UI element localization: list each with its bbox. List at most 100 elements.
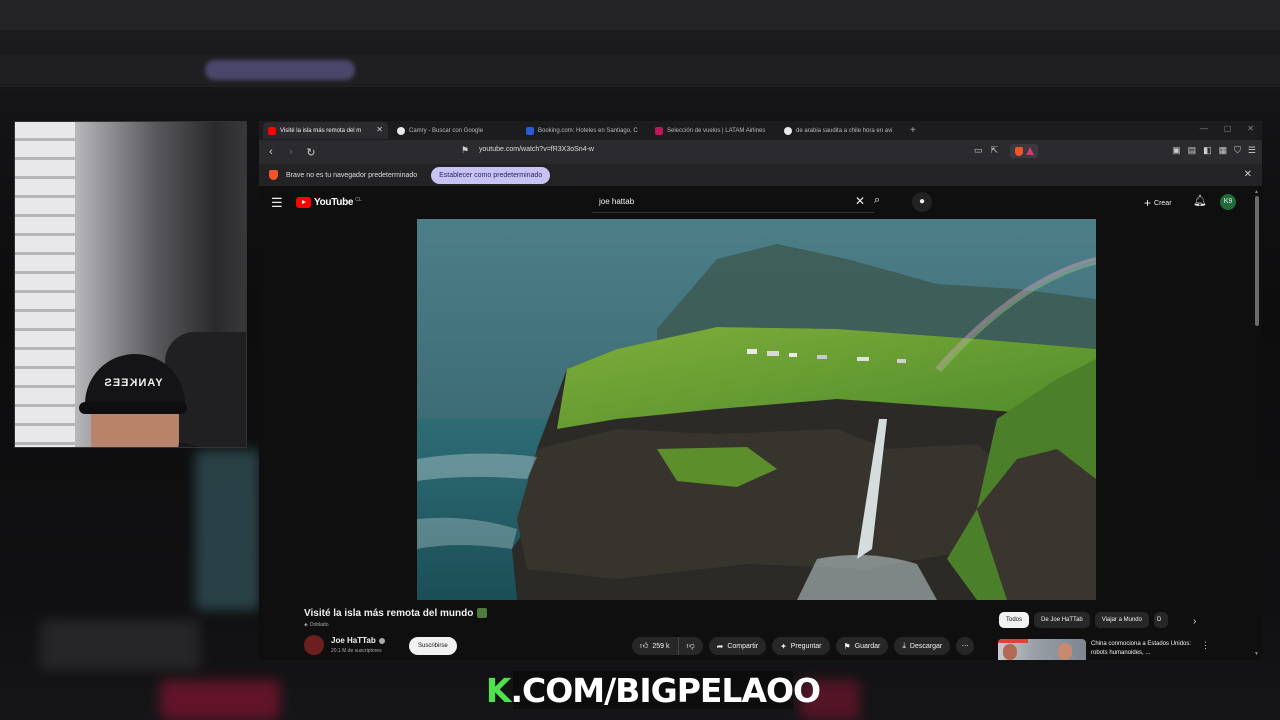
new-tab-button[interactable]: +	[910, 125, 916, 136]
tab-youtube[interactable]: Visité la isla más remota del m ✕	[263, 122, 388, 139]
video-actions: 👍︎ 259 k 👎︎ ➦ Compartir ✦ Preguntar ⚑ Gu…	[632, 637, 975, 655]
more-horizontal-icon: ⋯	[961, 643, 969, 650]
guide-menu-icon[interactable]: ☰	[271, 195, 283, 211]
url-field[interactable]: youtube.com/watch?v=fR3X3oSn4-w	[479, 146, 594, 153]
search-icon[interactable]: ⌕	[874, 194, 880, 207]
recommendation-more-icon[interactable]: ⋮	[1201, 640, 1210, 651]
search-query: joe hattab	[599, 197, 635, 206]
subscriber-count: 20.1 M de suscriptores	[331, 648, 382, 654]
overlay-k-letter: K	[485, 670, 512, 710]
window-blinds	[15, 122, 75, 447]
tab-google[interactable]: Camry - Buscar con Google	[392, 122, 517, 139]
recommendation-title[interactable]: China conmociona a Estados Unidos: robot…	[1091, 640, 1196, 658]
share-button[interactable]: ➦ Compartir	[708, 637, 767, 655]
blurred-shape	[40, 620, 200, 670]
set-default-button[interactable]: Establecer como predeterminado	[431, 166, 551, 184]
tab-label: Camry - Buscar con Google	[409, 127, 484, 134]
close-tab-icon[interactable]: ✕	[376, 125, 383, 134]
address-bar: ‹ › ↻ ⚑ youtube.com/watch?v=fR3X3oSn4-w …	[259, 140, 1262, 164]
search-input[interactable]: joe hattab ✕	[592, 191, 874, 213]
video-title-text: Visité la isla más remota del mundo	[304, 608, 474, 619]
save-button[interactable]: ⚑ Guardar	[835, 637, 889, 655]
restore-icon[interactable]: ▢	[1224, 124, 1232, 133]
save-label: Guardar	[854, 642, 881, 650]
share-arrow-icon: ➦	[716, 641, 724, 651]
dubbed-label: Doblado	[309, 622, 329, 628]
infobar-message: Brave no es tu navegador predeterminado	[286, 171, 418, 179]
chip-truncated[interactable]: D	[1153, 612, 1168, 628]
subscribe-button[interactable]: Suscribirse	[409, 637, 457, 655]
microphone-icon[interactable]: ●	[912, 192, 932, 212]
channel-name[interactable]: Joe HaTTab	[331, 636, 385, 645]
window-controls: — ▢ ✕	[1200, 124, 1254, 133]
ask-button[interactable]: ✦ Preguntar	[772, 637, 830, 655]
share-label: Compartir	[727, 642, 759, 650]
thumbs-down-icon: 👎︎	[686, 641, 695, 650]
sidebar-icon[interactable]: ▣	[1172, 145, 1181, 156]
forward-icon[interactable]: ›	[283, 146, 299, 158]
like-button[interactable]: 👍︎ 259 k	[632, 637, 679, 655]
chip-from-channel[interactable]: De Joe HaTTab	[1034, 612, 1090, 628]
notifications-bell-icon[interactable]: 🔔︎	[1193, 194, 1207, 207]
account-avatar[interactable]: K9	[1220, 194, 1236, 210]
google-favicon-icon	[397, 126, 405, 135]
page-scrollbar[interactable]	[1255, 196, 1259, 326]
chips-next-arrow-icon[interactable]: ›	[1193, 616, 1196, 627]
recommendation-chips: Todos De Joe HaTTab Viajar a Mundo D	[999, 612, 1168, 628]
scroll-down-arrow-icon[interactable]: ▼	[1254, 651, 1259, 657]
channel-avatar[interactable]	[304, 635, 324, 655]
scroll-up-arrow-icon[interactable]: ▲	[1254, 189, 1259, 195]
download-label: Descargar	[909, 642, 943, 650]
extensions-icon[interactable]: ◧	[1203, 145, 1212, 156]
more-actions-button[interactable]: ⋯	[956, 637, 975, 655]
create-button[interactable]: + Crear	[1144, 196, 1172, 210]
cap-brim	[79, 402, 187, 414]
channel-name-text: Joe HaTTab	[331, 636, 376, 645]
like-count: 259 k	[652, 642, 670, 650]
toolbar-icons: ▣ ▤ ◧ ▦ ⛉ ☰	[1172, 145, 1256, 156]
reader-icon[interactable]: ▤	[1188, 145, 1197, 156]
like-dislike-group: 👍︎ 259 k 👎︎	[632, 637, 703, 655]
menu-icon[interactable]: ☰	[1248, 145, 1256, 156]
cast-icon[interactable]: ▭	[974, 145, 983, 156]
sparkle-icon: ✦	[780, 641, 787, 651]
download-button[interactable]: ⤓ Descargar	[894, 637, 951, 655]
video-frame-landscape	[417, 219, 1096, 600]
overlay-url-text: .COM/BIGPELAOO	[510, 670, 821, 710]
browser-window: Visité la isla más remota del m ✕ Camry …	[259, 121, 1262, 660]
tab-label: Selección de vuelos | LATAM Airlines	[667, 127, 766, 134]
clear-search-icon[interactable]: ✕	[855, 194, 865, 208]
youtube-favicon-icon	[268, 126, 276, 135]
blurred-top-bar	[0, 0, 1280, 30]
youtube-header: ☰ YouTube CL joe hattab ✕ ⌕ ● + Crear 🔔︎…	[259, 186, 1262, 219]
verified-check-icon	[378, 637, 385, 644]
minimize-icon[interactable]: —	[1200, 124, 1208, 133]
tab-label: de arabia saudita a chile hora en avi	[796, 127, 893, 134]
recommendation-thumbnail[interactable]	[998, 639, 1086, 660]
video-player[interactable]	[417, 219, 1096, 600]
close-infobar-icon[interactable]: ✕	[1244, 169, 1252, 180]
chip-travel[interactable]: Viajar a Mundo	[1094, 612, 1149, 628]
youtube-play-icon	[296, 197, 311, 208]
youtube-logo[interactable]: YouTube CL	[296, 197, 362, 208]
tab-google-search[interactable]: de arabia saudita a chile hora en avi	[779, 122, 904, 139]
google-favicon-icon	[784, 126, 792, 135]
dislike-button[interactable]: 👎︎	[678, 637, 703, 655]
thumbs-up-icon: 👍︎	[640, 641, 649, 650]
brave-shields-icon[interactable]	[1010, 144, 1038, 158]
close-window-icon[interactable]: ✕	[1247, 124, 1254, 133]
wallet-icon[interactable]: ▦	[1219, 145, 1228, 156]
back-icon[interactable]: ‹	[263, 146, 279, 158]
tab-latam[interactable]: Selección de vuelos | LATAM Airlines	[650, 122, 775, 139]
plus-icon: +	[1144, 196, 1152, 210]
tab-booking[interactable]: Booking.com: Hoteles en Santiago, C	[521, 122, 646, 139]
chip-all[interactable]: Todos	[999, 612, 1030, 628]
share-icon[interactable]: ⇱	[991, 145, 999, 156]
create-label: Crear	[1154, 199, 1172, 207]
blurred-tab-bar	[0, 55, 1280, 87]
blurred-pill	[205, 60, 355, 80]
youtube-wordmark: YouTube	[314, 197, 354, 208]
bookmark-icon[interactable]: ⚑	[461, 145, 469, 156]
vpn-icon[interactable]: ⛉	[1234, 145, 1241, 156]
reload-icon[interactable]: ↻	[303, 146, 319, 159]
